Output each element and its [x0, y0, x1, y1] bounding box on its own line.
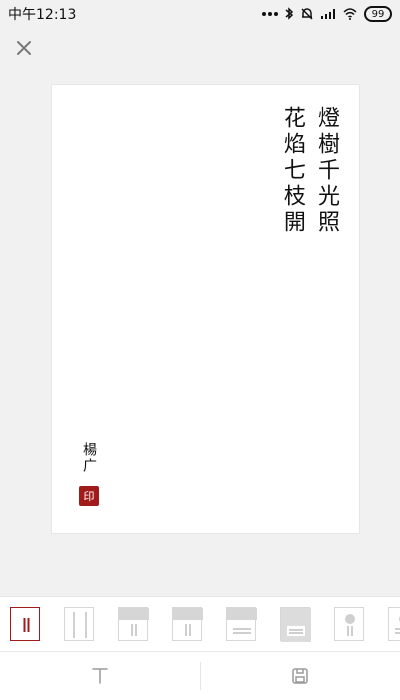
status-time: 中午12:13	[8, 7, 77, 23]
text-icon	[92, 668, 108, 684]
layout-icon	[23, 618, 30, 632]
save-button[interactable]	[276, 652, 324, 700]
dots-icon	[262, 11, 278, 17]
template-strip	[0, 596, 400, 652]
close-icon	[17, 41, 31, 55]
template-thumb-2[interactable]	[64, 607, 94, 641]
layout-icon	[73, 612, 87, 638]
signature-text: 楊广	[81, 442, 97, 474]
status-bar: 中午12:13 99	[0, 0, 400, 28]
template-thumb-3[interactable]	[118, 607, 149, 641]
battery-icon: 99	[364, 6, 392, 22]
status-icons: 99	[262, 6, 392, 22]
layout-icon	[395, 616, 400, 634]
seal-badge: 印	[79, 486, 99, 506]
poem-line-2: 花焰七枝開	[279, 106, 305, 236]
layout-icon	[345, 614, 355, 636]
template-thumbnails	[10, 607, 400, 642]
template-thumb-6[interactable]	[280, 607, 311, 642]
seal-text: 印	[83, 490, 95, 503]
poem-line-1: 燈樹千光照	[314, 106, 339, 236]
save-icon	[292, 668, 308, 684]
mute-icon	[300, 7, 314, 21]
template-thumb-8[interactable]	[388, 607, 400, 641]
layout-icon	[173, 608, 203, 636]
poem: 燈樹千光照 花焰七枝開	[279, 106, 339, 236]
signal-icon	[320, 8, 336, 20]
text-tool-button[interactable]	[76, 652, 124, 700]
template-thumb-5[interactable]	[226, 607, 257, 641]
template-thumb-1[interactable]	[10, 607, 40, 641]
battery-level: 99	[371, 8, 385, 20]
close-button[interactable]	[12, 36, 36, 60]
poem-card: 燈樹千光照 花焰七枝開 楊广 印	[51, 84, 360, 534]
template-thumb-7[interactable]	[334, 607, 364, 641]
bluetooth-icon	[284, 7, 294, 21]
template-thumb-4[interactable]	[172, 607, 203, 641]
wifi-icon	[342, 8, 358, 20]
layout-icon	[281, 608, 311, 642]
toolbar-divider	[200, 662, 201, 690]
layout-icon	[227, 608, 257, 634]
layout-icon	[119, 608, 149, 636]
